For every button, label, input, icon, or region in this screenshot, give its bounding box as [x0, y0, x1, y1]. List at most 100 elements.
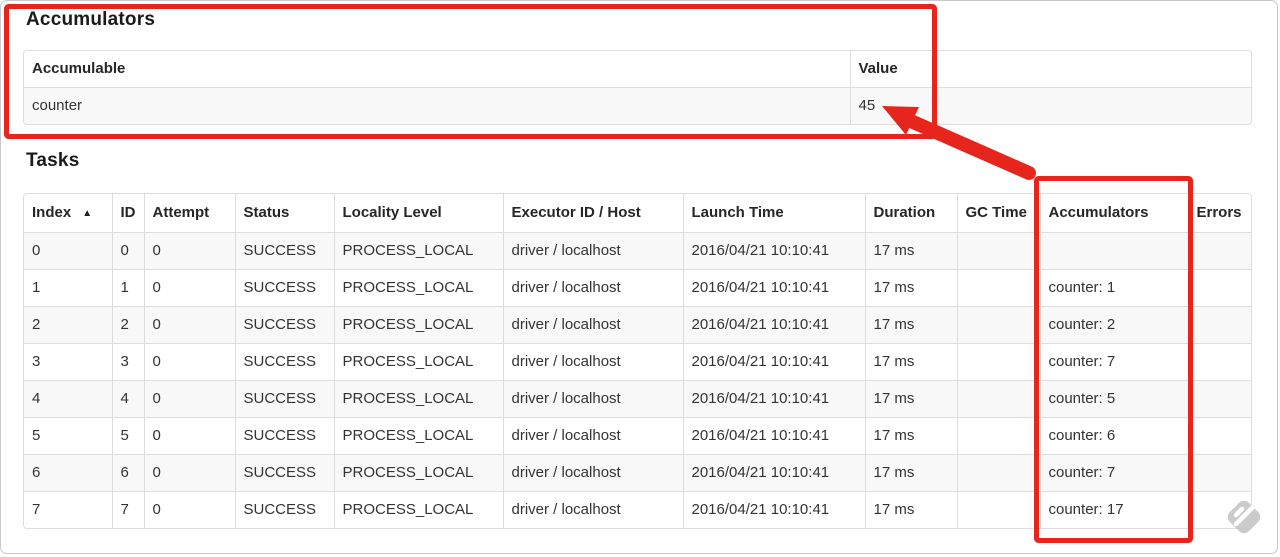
task-row: 2 2 0 SUCCESS PROCESS_LOCAL driver / localhos… — [24, 306, 1251, 343]
task-cell: driver / localhost — [502, 343, 683, 380]
task-cell: 0 — [143, 306, 235, 343]
task-cell: 2016/04/21 10:10:41 — [682, 306, 865, 343]
task-cell: 2016/04/21 10:10:41 — [682, 417, 865, 454]
task-cell: 4 — [24, 380, 112, 417]
task-cell: 17 ms — [864, 343, 957, 380]
tasks-col-index[interactable]: Index ▲ — [24, 194, 112, 232]
task-cell: 2016/04/21 10:10:41 — [682, 491, 865, 528]
sort-ascending-icon: ▲ — [82, 208, 93, 220]
task-cell — [956, 417, 1040, 454]
task-cell: 4 — [111, 380, 144, 417]
task-cell: PROCESS_LOCAL — [333, 343, 503, 380]
task-cell: driver / localhost — [502, 306, 683, 343]
task-row: 1 1 0 SUCCESS PROCESS_LOCAL driver / localhos… — [24, 269, 1251, 306]
task-cell: driver / localhost — [502, 417, 683, 454]
tasks-col-status[interactable]: Status — [234, 194, 334, 232]
task-cell: 2016/04/21 10:10:41 — [682, 454, 865, 491]
task-cell: PROCESS_LOCAL — [333, 269, 503, 306]
task-cell: PROCESS_LOCAL — [333, 306, 503, 343]
task-cell: 0 — [143, 269, 235, 306]
task-cell — [1187, 232, 1251, 269]
tasks-col-gc-time[interactable]: GC Time — [956, 194, 1040, 232]
task-cell — [956, 269, 1040, 306]
task-cell: driver / localhost — [502, 269, 683, 306]
tasks-col-id[interactable]: ID — [111, 194, 144, 232]
task-cell: 0 — [143, 454, 235, 491]
task-cell: 17 ms — [864, 417, 957, 454]
accumulator-row: counter 45 — [24, 87, 1251, 124]
task-cell: 17 ms — [864, 380, 957, 417]
task-cell: SUCCESS — [234, 491, 334, 528]
task-cell — [956, 232, 1040, 269]
accumulator-name-cell: counter — [24, 87, 850, 124]
tasks-col-launch-time[interactable]: Launch Time — [682, 194, 865, 232]
task-cell: 17 ms — [864, 232, 957, 269]
task-cell: SUCCESS — [234, 269, 334, 306]
task-cell: 17 ms — [864, 491, 957, 528]
task-cell: 7 — [111, 491, 144, 528]
task-cell: counter: 7 — [1039, 343, 1188, 380]
task-cell: 2 — [24, 306, 112, 343]
task-row: 3 3 0 SUCCESS PROCESS_LOCAL driver / localhos… — [24, 343, 1251, 380]
task-cell — [1187, 269, 1251, 306]
tasks-col-executor-id-host[interactable]: Executor ID / Host — [502, 194, 683, 232]
task-cell: 2016/04/21 10:10:41 — [682, 343, 865, 380]
task-cell: 0 — [111, 232, 144, 269]
task-cell — [956, 343, 1040, 380]
task-cell: SUCCESS — [234, 417, 334, 454]
task-cell: 6 — [24, 454, 112, 491]
task-cell: 0 — [143, 380, 235, 417]
tasks-col-duration[interactable]: Duration — [864, 194, 957, 232]
task-cell: 2016/04/21 10:10:41 — [682, 269, 865, 306]
task-cell: 0 — [143, 232, 235, 269]
task-cell: PROCESS_LOCAL — [333, 232, 503, 269]
task-cell — [1039, 232, 1188, 269]
task-cell: 1 — [32, 279, 41, 296]
task-cell: 7 — [32, 501, 41, 519]
task-cell: driver / localhost — [502, 380, 683, 417]
task-row: 7 7 0 SUCCESS PROCESS_LOCAL driver / localhos… — [24, 491, 1251, 528]
tasks-section-heading: Tasks — [26, 150, 80, 171]
accumulable-column-header[interactable]: Accumulable — [24, 51, 850, 87]
tasks-col-accumulators[interactable]: Accumulators — [1039, 194, 1188, 232]
task-cell: driver / localhost — [502, 454, 683, 491]
task-cell — [1187, 380, 1251, 417]
task-cell — [956, 380, 1040, 417]
task-cell: 3 — [111, 343, 144, 380]
task-cell: driver / localhost — [502, 232, 683, 269]
task-cell — [1187, 343, 1251, 380]
task-cell: counter: 2 — [1039, 306, 1188, 343]
task-cell: PROCESS_LOCAL — [333, 380, 503, 417]
tasks-col-errors[interactable]: Errors — [1187, 194, 1251, 232]
task-cell: PROCESS_LOCAL — [333, 417, 503, 454]
task-cell: SUCCESS — [234, 380, 334, 417]
tasks-header-row: Index ▲ ID Attempt Status Locality Level … — [24, 194, 1251, 232]
tasks-col-locality-level[interactable]: Locality Level — [333, 194, 503, 232]
task-cell — [1187, 417, 1251, 454]
tasks-table-body: 0 0 0 SUCCESS PROCESS_LOCAL driver / localhos… — [24, 232, 1251, 528]
task-cell: SUCCESS — [234, 232, 334, 269]
task-row: 6 6 0 SUCCESS PROCESS_LOCAL driver / localhos… — [24, 454, 1251, 491]
task-cell: 6 — [111, 454, 144, 491]
task-cell: 0 — [143, 417, 235, 454]
task-cell: driver / localhost — [502, 491, 683, 528]
value-column-header[interactable]: Value — [849, 51, 1251, 87]
task-cell: counter: 1 — [1039, 269, 1188, 306]
task-cell: SUCCESS — [234, 454, 334, 491]
task-cell — [956, 454, 1040, 491]
task-cell: 0 — [143, 491, 235, 528]
task-cell — [1187, 491, 1251, 528]
accumulator-value-cell: 45 — [849, 87, 1251, 124]
task-cell: counter: 17 — [1039, 491, 1188, 528]
task-cell: 17 ms — [864, 306, 957, 343]
task-cell: 17 ms — [864, 454, 957, 491]
task-cell: 5 — [32, 427, 41, 444]
tasks-table: Index ▲ ID Attempt Status Locality Level … — [23, 193, 1252, 529]
task-row: 4 4 0 SUCCESS PROCESS_LOCAL driver / localhos… — [24, 380, 1251, 417]
task-cell: SUCCESS — [234, 306, 334, 343]
task-cell: SUCCESS — [234, 343, 334, 380]
task-cell — [1187, 306, 1251, 343]
tasks-col-attempt[interactable]: Attempt — [143, 194, 235, 232]
task-cell — [1187, 454, 1251, 491]
task-cell: 2016/04/21 10:10:41 — [682, 232, 865, 269]
